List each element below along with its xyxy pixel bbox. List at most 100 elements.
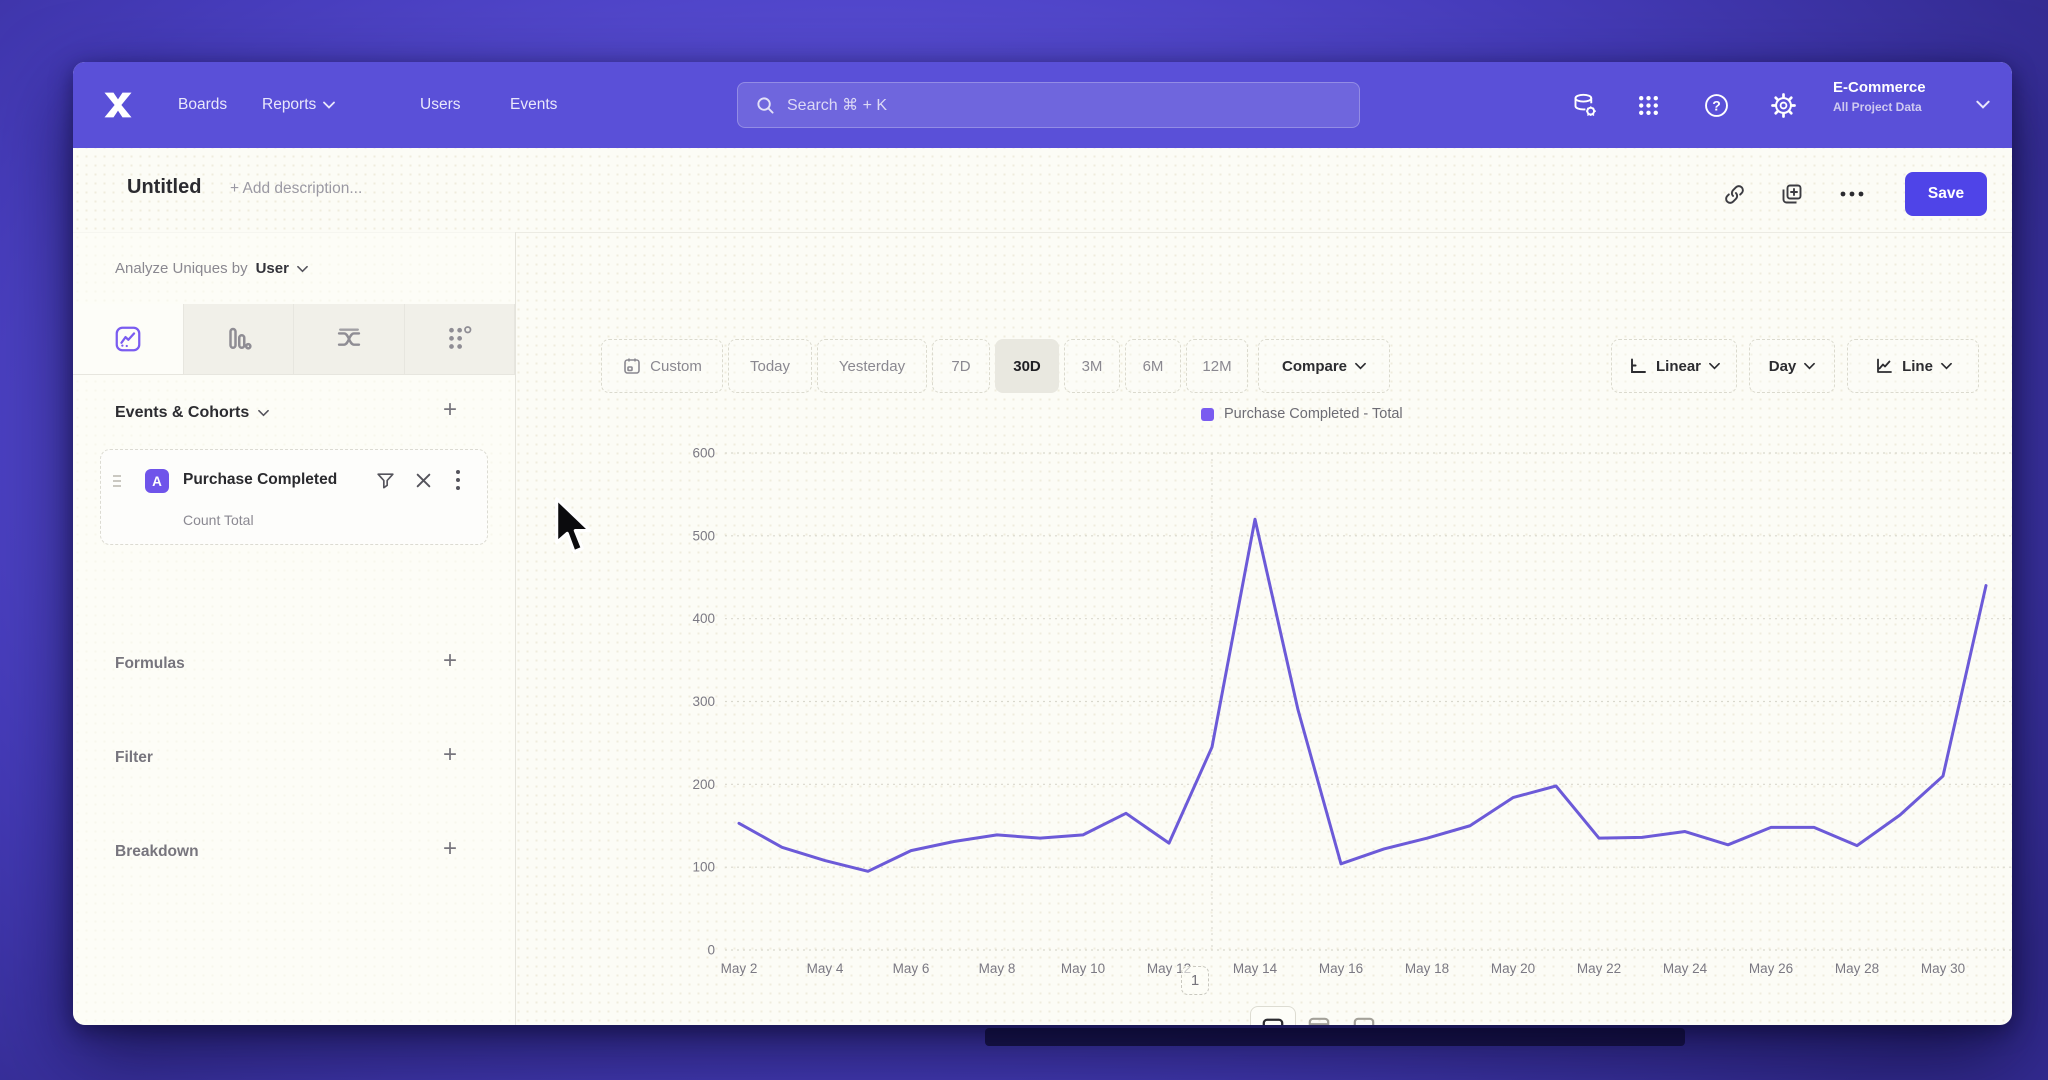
range-custom-button[interactable]: Custom bbox=[601, 339, 723, 393]
data-management-icon[interactable] bbox=[1571, 92, 1598, 119]
svg-text:500: 500 bbox=[692, 528, 715, 543]
link-icon[interactable] bbox=[1723, 183, 1746, 206]
split-view-toggle[interactable] bbox=[1250, 1006, 1296, 1025]
mixpanel-logo[interactable] bbox=[100, 87, 136, 123]
top-panel-toggle[interactable] bbox=[1297, 1006, 1341, 1025]
event-aggregation[interactable]: Count Total bbox=[183, 512, 254, 528]
bottom-panel-toggle[interactable] bbox=[1342, 1006, 1386, 1025]
funnels-tab-icon bbox=[223, 324, 253, 354]
layout-toggle-group bbox=[1250, 1006, 1386, 1025]
svg-text:May 2: May 2 bbox=[721, 961, 758, 976]
search-placeholder: Search ⌘ + K bbox=[787, 95, 887, 115]
svg-text:May 24: May 24 bbox=[1663, 961, 1708, 976]
add-formula-button[interactable]: + bbox=[443, 647, 457, 675]
more-icon[interactable] bbox=[1839, 190, 1865, 198]
duplicate-icon[interactable] bbox=[1780, 182, 1804, 206]
range-today-button[interactable]: Today bbox=[728, 339, 812, 393]
linear-scale-icon bbox=[1628, 356, 1648, 376]
tab-flows[interactable] bbox=[294, 304, 405, 374]
chevron-down-icon bbox=[297, 265, 308, 273]
svg-text:May 30: May 30 bbox=[1921, 961, 1965, 976]
chart-legend[interactable]: Purchase Completed - Total bbox=[1201, 406, 1403, 422]
save-button[interactable]: Save bbox=[1905, 172, 1987, 216]
range-12m-button[interactable]: 12M bbox=[1186, 339, 1248, 393]
page-indicator[interactable]: 1 bbox=[1181, 966, 1209, 995]
filter-label: Filter bbox=[115, 749, 153, 767]
help-icon[interactable]: ? bbox=[1703, 92, 1730, 119]
retention-tab-icon bbox=[444, 324, 474, 354]
chart-type-selector-button[interactable]: Line bbox=[1847, 339, 1979, 393]
report-title[interactable]: Untitled bbox=[127, 176, 201, 199]
svg-text:May 22: May 22 bbox=[1577, 961, 1621, 976]
report-header: Untitled + Add description... Save bbox=[73, 148, 2012, 233]
svg-text:May 26: May 26 bbox=[1749, 961, 1793, 976]
svg-text:400: 400 bbox=[692, 611, 715, 626]
add-breakdown-button[interactable]: + bbox=[443, 835, 457, 863]
chevron-down-icon bbox=[1355, 362, 1366, 370]
svg-text:?: ? bbox=[1712, 97, 1721, 113]
svg-text:100: 100 bbox=[692, 860, 715, 875]
range-3m-button[interactable]: 3M bbox=[1064, 339, 1120, 393]
app-window: Boards Reports Users Events Search ⌘ + K bbox=[73, 62, 2012, 1025]
formulas-label: Formulas bbox=[115, 655, 185, 673]
tab-insights[interactable] bbox=[73, 304, 184, 374]
events-cohorts-header[interactable]: Events & Cohorts bbox=[115, 404, 269, 422]
svg-text:200: 200 bbox=[692, 777, 715, 792]
range-6m-button[interactable]: 6M bbox=[1125, 339, 1181, 393]
chevron-down-icon bbox=[258, 409, 269, 417]
insights-tab-icon bbox=[113, 324, 143, 354]
bottom-panel-icon bbox=[1351, 1015, 1377, 1025]
top-panel-icon bbox=[1306, 1015, 1332, 1025]
filter-funnel-icon[interactable] bbox=[375, 470, 396, 491]
event-name[interactable]: Purchase Completed bbox=[183, 471, 337, 489]
search-icon bbox=[756, 96, 775, 115]
split-view-icon bbox=[1260, 1016, 1286, 1025]
svg-text:May 4: May 4 bbox=[807, 961, 844, 976]
apps-grid-icon[interactable] bbox=[1636, 93, 1661, 118]
range-yesterday-button[interactable]: Yesterday bbox=[817, 339, 927, 393]
event-letter-badge: A bbox=[145, 469, 169, 493]
add-event-button[interactable]: + bbox=[443, 396, 457, 424]
nav-item-events[interactable]: Events bbox=[510, 62, 557, 148]
breakdown-label: Breakdown bbox=[115, 843, 199, 861]
svg-text:May 14: May 14 bbox=[1233, 961, 1278, 976]
compare-button[interactable]: Compare bbox=[1258, 339, 1390, 393]
drag-handle-icon[interactable] bbox=[111, 474, 123, 488]
chevron-down-icon bbox=[1976, 100, 1990, 109]
add-filter-button[interactable]: + bbox=[443, 741, 457, 769]
scale-selector-button[interactable]: Linear bbox=[1611, 339, 1737, 393]
svg-text:0: 0 bbox=[707, 943, 715, 958]
analyze-uniques-selector[interactable]: Analyze Uniques by User bbox=[115, 260, 308, 277]
search-input[interactable]: Search ⌘ + K bbox=[737, 82, 1360, 128]
nav-item-reports[interactable]: Reports bbox=[262, 62, 335, 148]
svg-text:May 28: May 28 bbox=[1835, 961, 1879, 976]
chart-panel: Custom Today Yesterday 7D 30D 3M 6M 12M … bbox=[515, 232, 2012, 1025]
svg-text:May 18: May 18 bbox=[1405, 961, 1449, 976]
settings-icon[interactable] bbox=[1770, 92, 1797, 119]
top-navbar: Boards Reports Users Events Search ⌘ + K bbox=[73, 62, 2012, 148]
nav-item-boards[interactable]: Boards bbox=[178, 62, 227, 148]
report-type-tabs bbox=[73, 304, 515, 375]
event-card[interactable]: A Purchase Completed Count Total bbox=[100, 449, 488, 545]
add-description-field[interactable]: + Add description... bbox=[230, 180, 362, 198]
svg-text:May 20: May 20 bbox=[1491, 961, 1535, 976]
kebab-icon[interactable] bbox=[455, 469, 461, 491]
chevron-down-icon bbox=[1804, 362, 1815, 370]
legend-swatch bbox=[1201, 408, 1214, 421]
line-chart-plot[interactable]: 0100200300400500600May 2May 4May 6May 8M… bbox=[663, 442, 2012, 977]
chevron-down-icon bbox=[323, 101, 335, 109]
nav-item-users[interactable]: Users bbox=[420, 62, 460, 148]
svg-text:May 8: May 8 bbox=[979, 961, 1016, 976]
svg-text:600: 600 bbox=[692, 446, 715, 461]
line-chart-icon bbox=[1874, 356, 1894, 376]
interval-selector-button[interactable]: Day bbox=[1749, 339, 1835, 393]
tab-funnels[interactable] bbox=[184, 304, 295, 374]
range-7d-button[interactable]: 7D bbox=[932, 339, 990, 393]
svg-text:May 16: May 16 bbox=[1319, 961, 1363, 976]
remove-icon[interactable] bbox=[415, 472, 432, 489]
range-30d-button[interactable]: 30D bbox=[995, 339, 1059, 393]
desktop-background: Boards Reports Users Events Search ⌘ + K bbox=[0, 0, 2048, 1080]
date-range-toolbar: Custom Today Yesterday 7D 30D 3M 6M 12M bbox=[601, 339, 1248, 393]
calendar-icon bbox=[622, 356, 642, 376]
tab-retention[interactable] bbox=[405, 304, 516, 374]
